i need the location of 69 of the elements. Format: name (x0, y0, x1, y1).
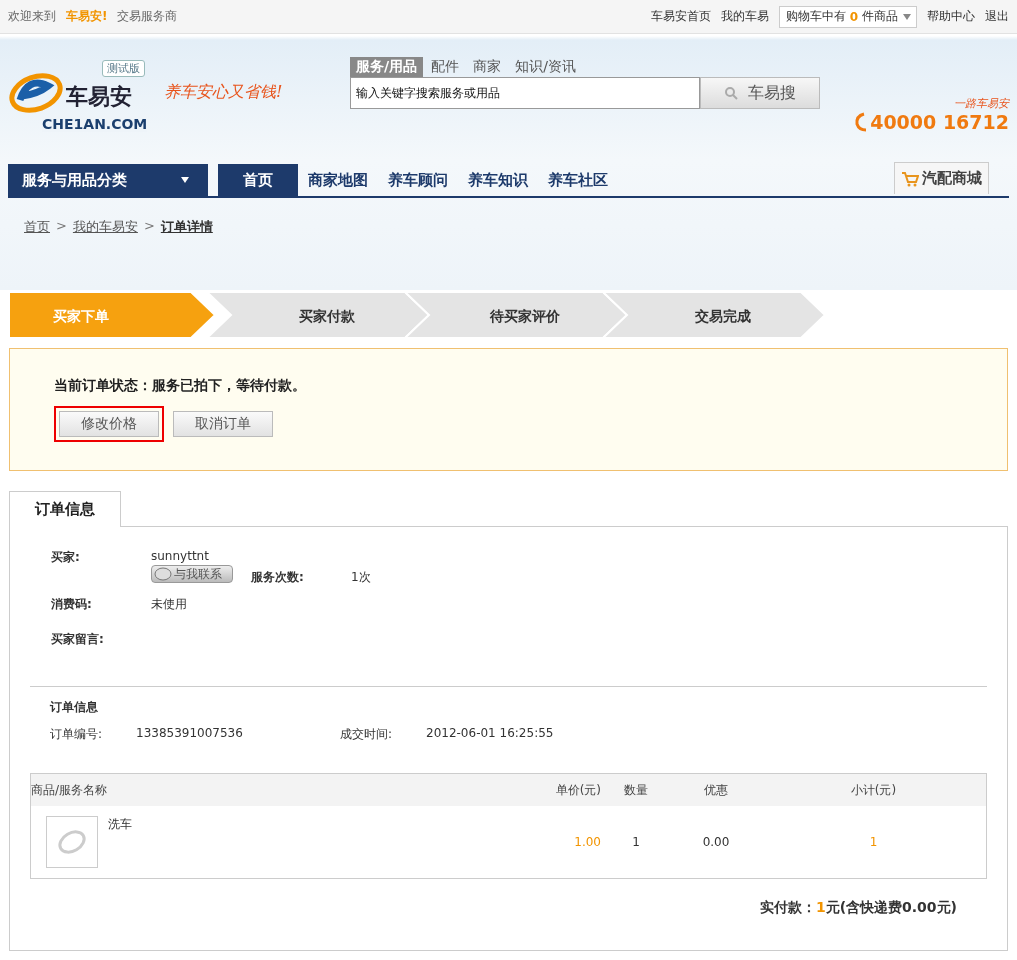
welcome-text: 欢迎来到 (8, 8, 56, 25)
progress-step: 交易完成 (603, 292, 825, 338)
column-header: 优惠 (703, 781, 729, 799)
nav-link[interactable]: 首页 (218, 164, 298, 196)
order-info-tab[interactable]: 订单信息 (9, 491, 121, 527)
order-heading: 订单信息 (50, 700, 98, 714)
cart-icon (901, 170, 919, 187)
order-status-text: 当前订单状态：服务已拍下，等待付款。 (54, 377, 307, 395)
breadcrumb-separator: > (143, 218, 155, 234)
progress-step: 待买家评价 (405, 292, 627, 338)
order-number-label: 订单编号: (50, 726, 104, 743)
top-link[interactable]: 我的车易 (720, 8, 769, 25)
product-name[interactable]: 洗车 (108, 816, 132, 833)
search-field[interactable]: 输入关键字搜索服务或用品 (350, 77, 700, 109)
search-icon (724, 86, 738, 100)
caret-icon (180, 176, 190, 184)
order-time-label: 成交时间: (340, 726, 394, 743)
total-paid: 实付款：1元(含快递费0.00元) (759, 899, 957, 917)
phone-icon (854, 112, 869, 132)
column-header: 单价(元) (554, 781, 601, 799)
subtotal: 1 (868, 835, 879, 849)
quantity: 1 (631, 835, 641, 849)
search-tab[interactable]: 服务/用品 (350, 57, 424, 77)
nav-link[interactable]: 养车社区 (538, 164, 618, 196)
logo-icon (8, 70, 64, 116)
breadcrumb-link[interactable]: 首页 (24, 218, 50, 234)
column-header: 数量 (623, 781, 649, 799)
service-count-label: 服务次数: (251, 569, 305, 586)
top-link[interactable]: 退出 (985, 8, 1009, 25)
search-tab[interactable]: 商家 (467, 57, 508, 77)
buyer-name: sunnyttnt (151, 549, 209, 563)
category-menu[interactable]: 服务与用品分类 (8, 164, 208, 196)
shop-button[interactable]: 汽配商城 (894, 162, 989, 194)
logo-domain: CHE1AN.COM (42, 116, 148, 132)
code-label: 消费码: (51, 596, 93, 613)
search-tab[interactable]: 配件 (425, 57, 466, 77)
service-count: 1次 (351, 569, 372, 586)
order-number: 13385391007536 (136, 726, 244, 742)
column-header: 小计(元) (849, 781, 898, 799)
caret-icon (902, 12, 912, 21)
contact-button[interactable]: 与我联系 (151, 565, 233, 583)
test-badge: 测试版 (102, 60, 145, 77)
unit-price: 1.00 (573, 835, 601, 849)
order-action-button[interactable]: 取消订单 (173, 411, 273, 437)
top-link[interactable]: 车易安首页 (650, 8, 711, 25)
code-value: 未使用 (151, 596, 188, 613)
nav-link[interactable]: 养车顾问 (378, 164, 458, 196)
logo-name: 车易安 (66, 83, 132, 111)
nav-link[interactable]: 商家地图 (298, 164, 378, 196)
buyer-label: 买家: (51, 549, 81, 566)
search-button[interactable]: 车易搜 (700, 77, 820, 109)
breadcrumb-separator: > (56, 218, 67, 234)
search-tab[interactable]: 知识/资讯 (509, 57, 582, 77)
top-link[interactable]: 帮助中心 (927, 8, 975, 25)
chat-icon (154, 567, 172, 581)
cart-dropdown[interactable]: 购物车中有 0 件商品 (778, 5, 917, 28)
breadcrumb-link[interactable]: 我的车易安 (72, 218, 138, 234)
slogan: 养车安心又省钱! (164, 82, 284, 103)
order-action-button[interactable]: 修改价格 (59, 411, 159, 437)
nav-link[interactable]: 养车知识 (458, 164, 538, 196)
order-time: 2012-06-01 16:25:55 (426, 726, 555, 742)
hotline-number: 40000 16712 (870, 111, 1009, 133)
column-header: 商品/服务名称 (31, 781, 109, 799)
message-label: 买家留言: (51, 631, 105, 648)
hotline-tagline: 一路车易安 (954, 96, 1009, 111)
role-text: 交易服务商 (117, 8, 178, 25)
discount: 0.00 (701, 835, 731, 849)
breadcrumb-link[interactable]: 订单详情 (160, 218, 213, 234)
progress-step: 买家付款 (207, 292, 429, 338)
